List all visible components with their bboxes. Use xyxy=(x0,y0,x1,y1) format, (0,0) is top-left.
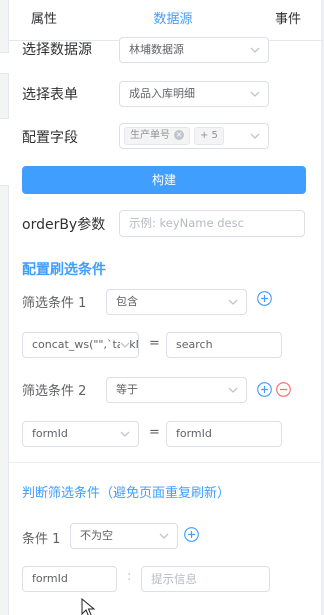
tab-datasource[interactable]: 数据源 xyxy=(145,0,201,40)
chevron-down-icon xyxy=(120,422,130,446)
datasource-label: 选择数据源 xyxy=(22,42,92,58)
equals-sign: = xyxy=(149,336,160,351)
field-tag: 生产单号 × xyxy=(124,127,190,145)
orderby-label: orderBy参数 xyxy=(22,217,106,233)
section-divider xyxy=(9,462,321,463)
filter-section-title: 配置刷选条件 xyxy=(22,262,106,278)
left-panel-edge xyxy=(0,0,9,615)
tab-bar: 属性 数据源 事件 xyxy=(9,0,324,41)
judge-condition-1-operator-select[interactable]: 不为空 xyxy=(70,523,178,549)
plus-circle-icon xyxy=(184,527,199,542)
datasource-select[interactable]: 林埔数据源 xyxy=(119,37,269,63)
left-panel-item xyxy=(0,52,9,74)
filter-condition-1-value-input[interactable]: search xyxy=(166,332,282,358)
chevron-down-icon xyxy=(159,524,169,548)
build-button[interactable]: 构建 xyxy=(22,166,306,194)
judge-section-title: 判断筛选条件（避免页面重复刷新） xyxy=(22,486,231,501)
table-select-value: 成品入库明细 xyxy=(129,87,195,100)
close-icon[interactable]: × xyxy=(174,130,184,140)
remove-condition-button[interactable] xyxy=(276,382,291,397)
filter-condition-1-operator-select[interactable]: 包含 xyxy=(106,289,247,315)
chevron-down-icon xyxy=(228,378,238,402)
filter-condition-2-operator-select[interactable]: 等于 xyxy=(106,377,247,403)
equals-sign: = xyxy=(149,425,160,440)
mouse-cursor-icon xyxy=(81,598,96,615)
fields-label: 配置字段 xyxy=(22,130,78,146)
tab-properties[interactable]: 属性 xyxy=(19,0,69,40)
add-condition-button[interactable] xyxy=(257,382,272,397)
judge-field-input[interactable]: formId xyxy=(22,566,117,592)
minus-circle-icon xyxy=(276,382,291,397)
table-select[interactable]: 成品入库明细 xyxy=(119,81,269,107)
orderby-input[interactable]: 示例: keyName desc xyxy=(119,210,305,237)
filter-condition-2-field-select[interactable]: formId xyxy=(22,421,139,447)
judge-condition-1-label: 条件 1 xyxy=(22,532,61,547)
plus-circle-icon xyxy=(257,382,272,397)
filter-condition-2-label: 筛选条件 2 xyxy=(22,384,87,399)
chevron-down-icon xyxy=(120,333,130,357)
chevron-down-icon xyxy=(250,124,260,148)
tab-events[interactable]: 事件 xyxy=(263,0,313,40)
left-panel-item xyxy=(0,118,9,186)
chevron-down-icon xyxy=(250,82,260,106)
filter-condition-2-value-input[interactable]: formId xyxy=(166,421,282,447)
datasource-select-value: 林埔数据源 xyxy=(129,43,184,56)
add-condition-button[interactable] xyxy=(184,527,199,542)
add-condition-button[interactable] xyxy=(257,291,272,306)
chevron-down-icon xyxy=(250,38,260,62)
field-count-tag: + 5 xyxy=(194,127,224,145)
judge-message-input[interactable]: 提示信息 xyxy=(141,566,270,592)
table-label: 选择表单 xyxy=(22,87,78,103)
plus-circle-icon xyxy=(257,291,272,306)
fields-multiselect[interactable]: 生产单号 × + 5 xyxy=(119,123,269,149)
colon-separator: : xyxy=(127,569,132,584)
filter-condition-1-label: 筛选条件 1 xyxy=(22,296,87,311)
chevron-down-icon xyxy=(228,290,238,314)
filter-condition-1-field-select[interactable]: concat_ws("",`taskN xyxy=(22,332,139,358)
